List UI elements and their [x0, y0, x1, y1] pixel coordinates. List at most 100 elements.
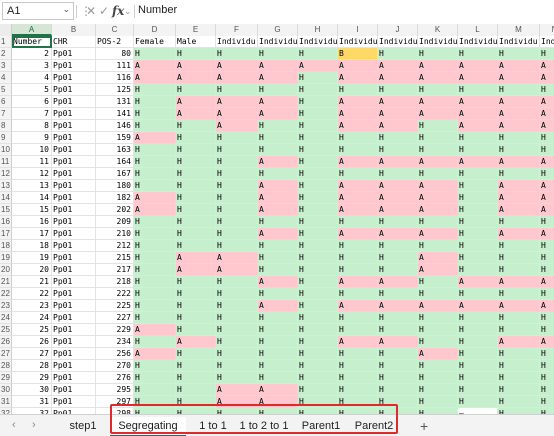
- cell[interactable]: H: [298, 168, 338, 180]
- cell[interactable]: H: [258, 264, 298, 276]
- cell[interactable]: Pp01: [52, 84, 96, 96]
- cell[interactable]: H: [176, 300, 216, 312]
- cell[interactable]: H: [418, 168, 458, 180]
- column-header-d[interactable]: D: [134, 24, 176, 36]
- cell[interactable]: A: [338, 120, 378, 132]
- cell[interactable]: A: [258, 192, 298, 204]
- cell[interactable]: H: [458, 192, 498, 204]
- cell[interactable]: H: [378, 252, 418, 264]
- cell[interactable]: 209: [96, 216, 134, 228]
- cell[interactable]: H: [498, 348, 540, 360]
- cell[interactable]: H: [216, 180, 258, 192]
- cell[interactable]: A: [540, 276, 554, 288]
- cell[interactable]: B: [338, 48, 378, 60]
- cell[interactable]: H: [458, 396, 498, 408]
- cell[interactable]: A: [378, 204, 418, 216]
- cell[interactable]: H: [258, 132, 298, 144]
- sheet-tab-parent2[interactable]: Parent2: [350, 417, 398, 435]
- cell[interactable]: H: [540, 240, 554, 252]
- row-header[interactable]: 17: [0, 228, 12, 240]
- cell[interactable]: H: [458, 180, 498, 192]
- column-header-f[interactable]: F: [216, 24, 258, 36]
- cell[interactable]: Pp01: [52, 300, 96, 312]
- cell[interactable]: H: [540, 84, 554, 96]
- cell[interactable]: H: [298, 216, 338, 228]
- cell[interactable]: H: [540, 348, 554, 360]
- cell[interactable]: A: [458, 156, 498, 168]
- row-header[interactable]: 20: [0, 264, 12, 276]
- cell[interactable]: 31: [12, 396, 52, 408]
- cell[interactable]: H: [298, 120, 338, 132]
- cell[interactable]: A: [258, 108, 298, 120]
- cell[interactable]: H: [540, 372, 554, 384]
- cell[interactable]: 159: [96, 132, 134, 144]
- cell[interactable]: A: [338, 228, 378, 240]
- cell[interactable]: 276: [96, 372, 134, 384]
- cell[interactable]: H: [258, 168, 298, 180]
- cell[interactable]: H: [298, 108, 338, 120]
- cell[interactable]: A: [418, 228, 458, 240]
- cell[interactable]: H: [258, 84, 298, 96]
- cell[interactable]: H: [258, 336, 298, 348]
- cell[interactable]: H: [418, 48, 458, 60]
- cell[interactable]: H: [298, 96, 338, 108]
- cell[interactable]: A: [378, 192, 418, 204]
- cell[interactable]: 146: [96, 120, 134, 132]
- cell[interactable]: Individu: [540, 36, 554, 48]
- cell[interactable]: H: [176, 348, 216, 360]
- cell[interactable]: H: [298, 288, 338, 300]
- cell[interactable]: Pp01: [52, 276, 96, 288]
- cell[interactable]: A: [338, 192, 378, 204]
- row-header[interactable]: 13: [0, 180, 12, 192]
- row-header[interactable]: 8: [0, 120, 12, 132]
- cell[interactable]: Pp01: [52, 168, 96, 180]
- cell[interactable]: H: [134, 360, 176, 372]
- cell[interactable]: A: [498, 300, 540, 312]
- cell[interactable]: H: [540, 264, 554, 276]
- cell[interactable]: H: [176, 360, 216, 372]
- cell[interactable]: H: [134, 144, 176, 156]
- cell[interactable]: A: [498, 108, 540, 120]
- cell[interactable]: H: [216, 84, 258, 96]
- cell[interactable]: H: [134, 228, 176, 240]
- cell[interactable]: A: [378, 336, 418, 348]
- cell[interactable]: A: [418, 192, 458, 204]
- cell[interactable]: POS-2: [96, 36, 134, 48]
- cell[interactable]: 125: [96, 84, 134, 96]
- cell[interactable]: H: [216, 336, 258, 348]
- cell[interactable]: H: [498, 144, 540, 156]
- cell[interactable]: A: [540, 228, 554, 240]
- cell[interactable]: H: [338, 84, 378, 96]
- cell[interactable]: A: [540, 120, 554, 132]
- cell[interactable]: H: [258, 372, 298, 384]
- cell[interactable]: A: [540, 336, 554, 348]
- cell[interactable]: H: [458, 348, 498, 360]
- cell[interactable]: A: [134, 60, 176, 72]
- cell[interactable]: A: [338, 72, 378, 84]
- row-header[interactable]: 15: [0, 204, 12, 216]
- cell[interactable]: 111: [96, 60, 134, 72]
- cell[interactable]: H: [258, 360, 298, 372]
- cell[interactable]: H: [298, 396, 338, 408]
- cell[interactable]: A: [540, 72, 554, 84]
- select-all-corner[interactable]: [0, 24, 12, 36]
- cell[interactable]: H: [418, 396, 458, 408]
- cell[interactable]: 10: [12, 144, 52, 156]
- cell[interactable]: H: [298, 276, 338, 288]
- cell[interactable]: 234: [96, 336, 134, 348]
- cell[interactable]: H: [176, 372, 216, 384]
- cell[interactable]: Pp01: [52, 204, 96, 216]
- column-header-b[interactable]: B: [52, 24, 96, 36]
- cell[interactable]: Pp01: [52, 120, 96, 132]
- cell[interactable]: H: [298, 336, 338, 348]
- cell[interactable]: A: [134, 204, 176, 216]
- cell[interactable]: H: [498, 288, 540, 300]
- cell[interactable]: 202: [96, 204, 134, 216]
- cell[interactable]: H: [176, 204, 216, 216]
- cell[interactable]: Pp01: [52, 228, 96, 240]
- insert-function-icon[interactable]: fx: [112, 3, 124, 19]
- cell[interactable]: H: [498, 252, 540, 264]
- cell[interactable]: H: [216, 276, 258, 288]
- cell[interactable]: A: [418, 96, 458, 108]
- cell[interactable]: H: [458, 336, 498, 348]
